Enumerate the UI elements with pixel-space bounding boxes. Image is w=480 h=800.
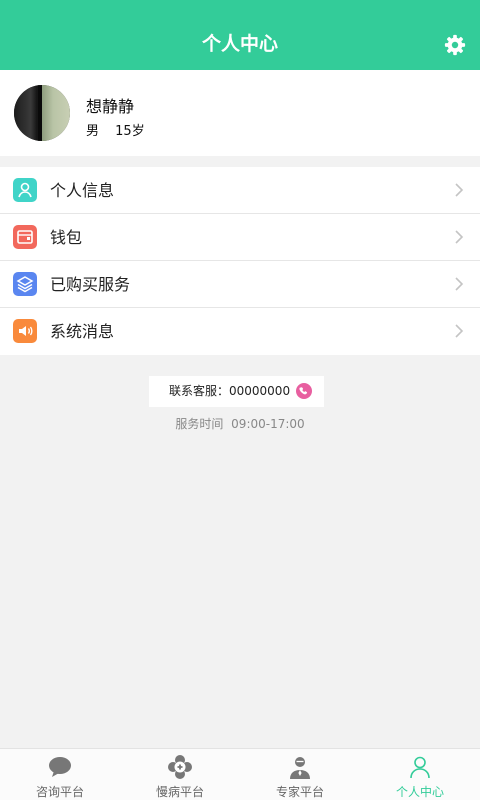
person-icon: [13, 178, 37, 202]
menu-item-personal-info[interactable]: 个人信息: [0, 167, 480, 214]
profile-gender: 男: [86, 124, 100, 139]
tab-chronic-disease[interactable]: 慢病平台: [120, 749, 240, 800]
tab-label: 个人中心: [395, 785, 444, 799]
chevron-right-icon: [455, 183, 464, 197]
profile-name: 想静静: [86, 97, 135, 116]
profile-info: 男 15岁: [86, 120, 145, 139]
layers-icon: [13, 272, 37, 296]
menu-label: 钱包: [50, 228, 83, 247]
tab-label: 专家平台: [275, 785, 324, 799]
chevron-right-icon: [455, 324, 464, 338]
service-hours-label: 服务时间: [175, 417, 224, 431]
bottom-tab-bar: 咨询平台 慢病平台 专家平台 个人中心: [0, 748, 480, 800]
gear-icon[interactable]: [444, 34, 466, 56]
speaker-icon: [13, 319, 37, 343]
profile-card[interactable]: 想静静 男 15岁: [0, 70, 480, 156]
wallet-icon: [13, 225, 37, 249]
tab-personal-center[interactable]: 个人中心: [360, 749, 480, 800]
tab-label: 咨询平台: [35, 785, 84, 799]
chevron-right-icon: [455, 230, 464, 244]
doctor-icon: [290, 757, 310, 779]
tab-consult[interactable]: 咨询平台: [0, 749, 120, 800]
phone-icon[interactable]: [296, 383, 312, 399]
app-header: 个人中心: [0, 0, 480, 70]
medical-badge-icon: [168, 755, 192, 779]
user-outline-icon: [410, 756, 430, 779]
service-hours: 服务时间 09:00-17:00: [0, 415, 480, 432]
customer-service-label: 联系客服：00000000: [169, 384, 291, 398]
menu-item-wallet[interactable]: 钱包: [0, 214, 480, 261]
menu-label: 系统消息: [50, 322, 115, 341]
tab-label: 慢病平台: [155, 785, 204, 799]
menu-item-system-messages[interactable]: 系统消息: [0, 308, 480, 355]
menu-item-purchased-services[interactable]: 已购买服务: [0, 261, 480, 308]
profile-age: 15岁: [115, 124, 145, 139]
chevron-right-icon: [455, 277, 464, 291]
menu-label: 已购买服务: [50, 275, 131, 294]
customer-service-button[interactable]: 联系客服：00000000: [149, 376, 324, 407]
page-title: 个人中心: [201, 33, 278, 55]
service-hours-value: 09:00-17:00: [231, 417, 305, 431]
chat-bubble-icon: [49, 757, 71, 777]
avatar[interactable]: [14, 85, 70, 141]
menu-label: 个人信息: [50, 181, 115, 200]
menu-list: 个人信息 钱包 已购买服务 系统消息: [0, 167, 480, 355]
tab-expert[interactable]: 专家平台: [240, 749, 360, 800]
